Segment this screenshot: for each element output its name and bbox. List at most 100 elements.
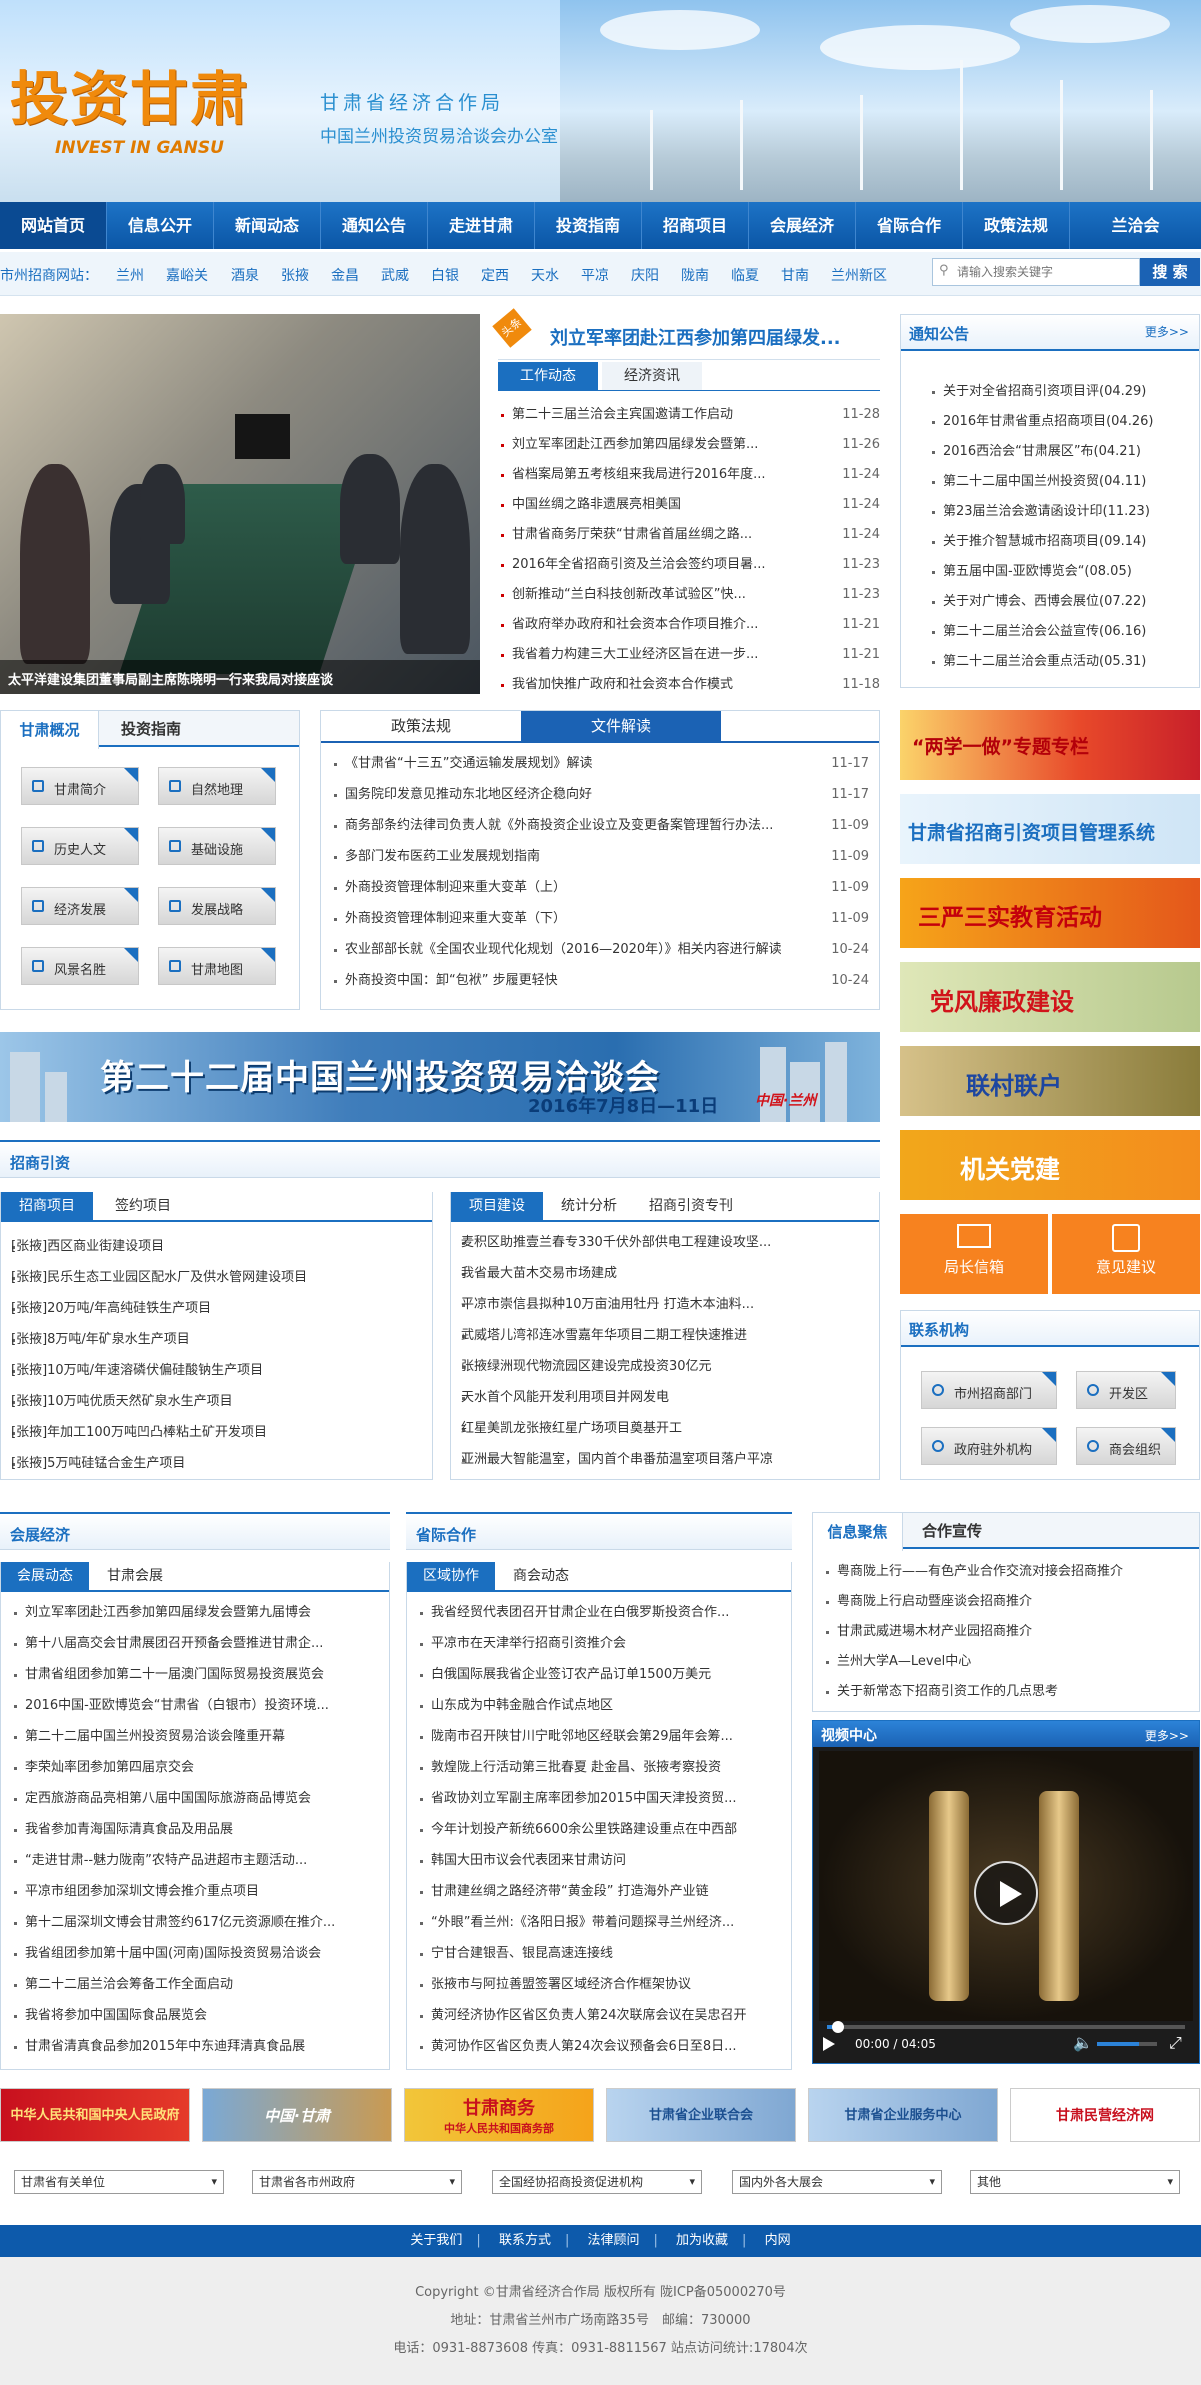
overview-button-map[interactable]: 甘肃地图 bbox=[158, 947, 276, 985]
video-more-link[interactable]: 更多>> bbox=[1145, 1727, 1189, 1744]
list-item[interactable]: 粤商陇上行启动暨座谈会招商推介 bbox=[823, 1587, 1193, 1617]
city-link[interactable]: 兰州新区 bbox=[831, 265, 887, 285]
city-link[interactable]: 甘南 bbox=[781, 265, 809, 285]
nav-info-public[interactable]: 信息公开 bbox=[107, 202, 214, 249]
list-item[interactable]: 关于对全省招商引资项目评(04.29) bbox=[929, 377, 1191, 407]
list-item[interactable]: 武威塔儿湾祁连冰雪嘉年华项目二期工程快速推进 bbox=[459, 1321, 871, 1352]
list-item[interactable]: 山东成为中韩金融合作试点地区 bbox=[417, 1691, 783, 1722]
nav-expo[interactable]: 会展经济 bbox=[749, 202, 856, 249]
nav-notices[interactable]: 通知公告 bbox=[321, 202, 428, 249]
select-exhibitions[interactable]: 国内外各大展会 bbox=[732, 2170, 942, 2194]
list-item[interactable]: 第二十二届中国兰州投资贸易洽谈会隆重开幕 bbox=[11, 1722, 381, 1753]
list-item[interactable]: 我省参加青海国际清真食品及用品展 bbox=[11, 1815, 381, 1846]
video-progress-knob[interactable] bbox=[831, 2021, 844, 2033]
list-item[interactable]: 外商投资管理体制迎来重大变革（下） 11-09 bbox=[331, 904, 869, 935]
video-player-screen[interactable] bbox=[819, 1751, 1193, 2021]
city-link[interactable]: 兰州 bbox=[116, 265, 144, 285]
contact-button-dev-zones[interactable]: 开发区 bbox=[1076, 1371, 1176, 1409]
list-item[interactable]: 第23届兰洽会邀请函设计印(11.23) bbox=[929, 497, 1191, 527]
tab-invest-guide[interactable]: 投资指南 bbox=[101, 711, 201, 747]
tab-policy[interactable]: 政策法规 bbox=[321, 711, 521, 741]
list-item[interactable]: 2016年甘肃省重点招商项目(04.26) bbox=[929, 407, 1191, 437]
list-item[interactable]: 白俄国际展我省企业签订农产品订单1500万美元 bbox=[417, 1660, 783, 1691]
list-item[interactable]: 今年计划投产新统6600余公里铁路建设重点在中西部 bbox=[417, 1815, 783, 1846]
list-item[interactable]: 我省最大苗木交易市场建成 bbox=[459, 1259, 871, 1290]
city-link[interactable]: 陇南 bbox=[681, 265, 709, 285]
overview-button-strategy[interactable]: 发展战略 bbox=[158, 887, 276, 925]
tab-coop-promotion[interactable]: 合作宣传 bbox=[907, 1513, 997, 1549]
list-item[interactable]: 第五届中国-亚欧博览会“(08.05) bbox=[929, 557, 1191, 587]
list-item[interactable]: 2016年全省招商引资及兰洽会签约项目暑... 11-23 bbox=[498, 550, 880, 580]
list-item[interactable]: 张掖市与阿拉善盟签署区域经济合作框架协议 bbox=[417, 1970, 783, 2001]
nav-lanzhou-fair[interactable]: 兰洽会 bbox=[1070, 202, 1201, 249]
list-item[interactable]: 2016中国-亚欧博览会“甘肃省（白银市）投资环境... bbox=[11, 1691, 381, 1722]
list-item[interactable]: “走进甘肃--魅力陇南”农特产品进超市主题活动... bbox=[11, 1846, 381, 1877]
list-item[interactable]: 甘肃武威进場木材产业园招商推介 bbox=[823, 1617, 1193, 1647]
list-item[interactable]: 《甘肃省“十三五”交通运输发展规划》解读 11-17 bbox=[331, 749, 869, 780]
list-item[interactable]: 我省着力构建三大工业经济区旨在进一步... 11-21 bbox=[498, 640, 880, 670]
city-link[interactable]: 白银 bbox=[431, 265, 459, 285]
list-item[interactable]: 亚洲最大智能温室，国内首个串番茄温室项目落户平凉 bbox=[459, 1445, 871, 1476]
list-item[interactable]: “外眼”看兰州:《洛阳日报》带着问题探寻兰州经济... bbox=[417, 1908, 783, 1939]
list-item[interactable]: 甘肃建丝绸之路经济带“黄金段” 打造海外产业链 bbox=[417, 1877, 783, 1908]
list-item[interactable]: 兰州大学A—Level中心 bbox=[823, 1647, 1193, 1677]
search-input[interactable] bbox=[933, 259, 1113, 285]
link-logo-private-economy[interactable]: 甘肃民营经济网 bbox=[1010, 2088, 1200, 2142]
nav-projects[interactable]: 招商项目 bbox=[642, 202, 749, 249]
select-others[interactable]: 其他 bbox=[970, 2170, 1180, 2194]
list-item[interactable]: 我省加快推广政府和社会资本合作模式 11-18 bbox=[498, 670, 880, 700]
tab-statistics[interactable]: 统计分析 bbox=[547, 1192, 631, 1220]
list-item[interactable]: [张掖]20万吨/年高纯硅铁生产项目 bbox=[9, 1294, 429, 1325]
list-item[interactable]: [张掖]民乐生态工业园区配水厂及供水管网建设项目 bbox=[9, 1263, 429, 1294]
city-link[interactable]: 酒泉 bbox=[231, 265, 259, 285]
banner-party-integrity[interactable]: 党风廉政建设 bbox=[900, 962, 1200, 1032]
list-item[interactable]: 中国丝绸之路非遗展亮相美国 11-24 bbox=[498, 490, 880, 520]
contact-button-chambers[interactable]: 商会组织 bbox=[1076, 1427, 1176, 1465]
nav-policy[interactable]: 政策法规 bbox=[963, 202, 1070, 249]
list-item[interactable]: 第二十三届兰洽会主宾国邀请工作启动 11-28 bbox=[498, 400, 880, 430]
list-item[interactable]: [张掖]年加工100万吨凹凸棒粘土矿开发项目 bbox=[9, 1418, 429, 1449]
list-item[interactable]: 红星美凯龙张掖红星广场项目奠基开工 bbox=[459, 1414, 871, 1445]
list-item[interactable]: 平凉市崇信县拟种10万亩油用牡丹 打造木本油料... bbox=[459, 1290, 871, 1321]
list-item[interactable]: 甘肃省清真食品参加2015年中东迪拜清真食品展 bbox=[11, 2032, 381, 2063]
tab-work-news[interactable]: 工作动态 bbox=[498, 362, 598, 390]
overview-button-history[interactable]: 历史人文 bbox=[21, 827, 139, 865]
tab-project-construction[interactable]: 项目建设 bbox=[451, 1192, 543, 1220]
list-item[interactable]: 商务部条约法律司负责人就《外商投资企业设立及变更备案管理暂行办法... 11-09 bbox=[331, 811, 869, 842]
tab-investment-journal[interactable]: 招商引资专刊 bbox=[635, 1192, 747, 1220]
overview-button-scenic[interactable]: 风景名胜 bbox=[21, 947, 139, 985]
link-logo-enterprise-service[interactable]: 甘肃省企业服务中心 bbox=[808, 2088, 998, 2142]
list-item[interactable]: 宁甘合建银吾、银昆高速连接线 bbox=[417, 1939, 783, 1970]
lanzhou-fair-banner[interactable]: 第二十二届中国兰州投资贸易洽谈会 2016年7月8日—11日 中国·兰州 bbox=[0, 1032, 880, 1122]
nav-home[interactable]: 网站首页 bbox=[0, 202, 107, 249]
list-item[interactable]: 平凉市在天津举行招商引资推介会 bbox=[417, 1629, 783, 1660]
headline-title[interactable]: 刘立军率团赴江西参加第四届绿发... bbox=[550, 324, 841, 350]
tab-economic-info[interactable]: 经济资讯 bbox=[602, 362, 702, 390]
list-item[interactable]: 甘肃省商务厅荣获“甘肃省首届丝绸之路... 11-24 bbox=[498, 520, 880, 550]
list-item[interactable]: 农业部部长就《全国农业现代化规划（2016—2020年）》相关内容进行解读 10-… bbox=[331, 935, 869, 966]
tab-gansu-expo[interactable]: 甘肃会展 bbox=[93, 1562, 177, 1590]
search-button[interactable]: 搜 索 bbox=[1140, 258, 1200, 286]
list-item[interactable]: 陇南市召开陕甘川宁毗邻地区经联会第29届年会筹... bbox=[417, 1722, 783, 1753]
footer-link-legal[interactable]: 法律顾问 bbox=[573, 2225, 653, 2257]
list-item[interactable]: 敦煌陇上行活动第三批春夏 赴金昌、张掖考察投资 bbox=[417, 1753, 783, 1784]
footer-link-contact[interactable]: 联系方式 bbox=[485, 2225, 565, 2257]
banner-organ-party[interactable]: 机关党建 bbox=[900, 1130, 1200, 1200]
list-item[interactable]: 我省经贸代表团召开甘肃企业在白俄罗斯投资合作... bbox=[417, 1598, 783, 1629]
list-item[interactable]: 李荣灿率团参加第四届京交会 bbox=[11, 1753, 381, 1784]
list-item[interactable]: [张掖]5万吨硅锰合金生产项目 bbox=[9, 1449, 429, 1480]
list-item[interactable]: 黄河经济协作区省区负责人第24次联席会议在吴忠召开 bbox=[417, 2001, 783, 2032]
link-logo-china-gansu[interactable]: 中国·甘肃 bbox=[202, 2088, 392, 2142]
list-item[interactable]: 麦积区助推壹兰春专330千伏外部供电工程建设攻坚... bbox=[459, 1228, 871, 1259]
contact-button-city-depts[interactable]: 市州招商部门 bbox=[921, 1371, 1057, 1409]
video-progress-bar[interactable] bbox=[827, 2021, 1185, 2033]
tab-document-interpretation[interactable]: 文件解读 bbox=[521, 711, 721, 741]
tab-info-focus[interactable]: 信息聚焦 bbox=[813, 1513, 903, 1551]
city-link[interactable]: 庆阳 bbox=[631, 265, 659, 285]
list-item[interactable]: 天水首个风能开发利用项目并网发电 bbox=[459, 1383, 871, 1414]
banner-project-system[interactable]: 甘肃省招商引资项目管理系统 bbox=[900, 794, 1200, 864]
city-link[interactable]: 张掖 bbox=[281, 265, 309, 285]
tab-regional-coop[interactable]: 区域协作 bbox=[407, 1562, 495, 1590]
select-provincial-units[interactable]: 甘肃省有关单位 bbox=[14, 2170, 224, 2194]
site-logo[interactable]: 投资甘肃 bbox=[10, 52, 250, 136]
